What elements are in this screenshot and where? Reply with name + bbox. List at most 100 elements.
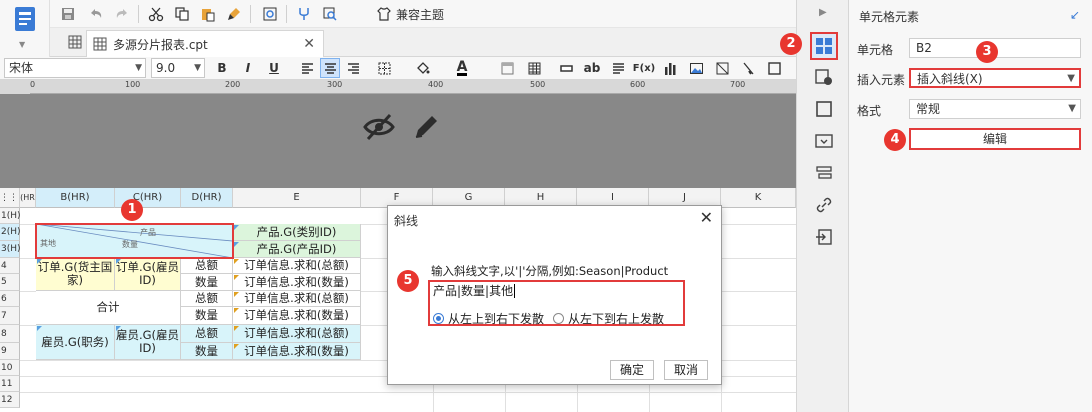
- redo-icon[interactable]: [112, 4, 132, 24]
- cell-e2[interactable]: 产品.G(类别ID): [233, 224, 361, 241]
- edit-button[interactable]: 编辑: [909, 128, 1081, 150]
- plugin-icon[interactable]: [294, 4, 314, 24]
- copy-icon[interactable]: [172, 4, 192, 24]
- row-header[interactable]: 8: [0, 325, 20, 343]
- cell-element-tab[interactable]: [810, 32, 838, 60]
- more-border-button[interactable]: [764, 58, 784, 78]
- select-all-corner[interactable]: ⋮⋮⋮: [0, 188, 27, 208]
- undo-icon[interactable]: [86, 4, 106, 24]
- pin-icon[interactable]: ↙: [1070, 8, 1080, 22]
- align-center-button[interactable]: [320, 58, 340, 78]
- cell-e8[interactable]: 订单信息.求和(总额): [233, 325, 361, 343]
- row-header[interactable]: 3(H): [0, 241, 21, 258]
- table-icon: [528, 62, 540, 74]
- clear-button[interactable]: [738, 58, 758, 78]
- row-header[interactable]: 4: [0, 258, 20, 274]
- cell-d5[interactable]: 数量: [181, 274, 233, 291]
- app-logo-icon[interactable]: [14, 6, 36, 34]
- insert-element-select[interactable]: 插入斜线(X) ▼: [909, 68, 1081, 88]
- chart-button[interactable]: [660, 58, 680, 78]
- grid-icon[interactable]: [68, 35, 82, 49]
- row-header[interactable]: 9: [0, 343, 20, 360]
- cell-d8[interactable]: 总额: [181, 325, 233, 343]
- cell-e9[interactable]: 订单信息.求和(数量): [233, 343, 361, 360]
- cell-e4[interactable]: 订单信息.求和(总额): [233, 258, 361, 274]
- cell-b6[interactable]: 合计: [36, 291, 181, 325]
- cell-style-button[interactable]: [497, 58, 517, 78]
- search-icon[interactable]: [320, 4, 340, 24]
- column-header[interactable]: K: [721, 188, 796, 208]
- cell-d9[interactable]: 数量: [181, 343, 233, 360]
- radio-bottom-left-diverge[interactable]: 从左下到右上发散: [553, 310, 664, 327]
- cell-c4[interactable]: 订单.G(雇员ID): [115, 258, 181, 291]
- hyperlink-icon[interactable]: [815, 196, 833, 214]
- format-value: 常规: [916, 102, 941, 116]
- cell-style-icon[interactable]: [815, 100, 833, 118]
- row-header[interactable]: 5: [0, 274, 20, 291]
- cell-e7[interactable]: 订单信息.求和(数量): [233, 307, 361, 325]
- italic-button[interactable]: I: [238, 58, 258, 78]
- format-painter-icon[interactable]: [224, 4, 244, 24]
- column-header[interactable]: (HR: [20, 188, 36, 208]
- radio-top-left-diverge[interactable]: 从左上到右下发散: [433, 310, 544, 327]
- cell-text: 雇员.G(职务): [41, 334, 109, 349]
- align-center-icon: [324, 62, 336, 74]
- cell-b8[interactable]: 雇员.G(职务): [36, 325, 115, 360]
- table-button[interactable]: [524, 58, 544, 78]
- import-icon[interactable]: [815, 228, 833, 246]
- cell-e6[interactable]: 订单信息.求和(总额): [233, 291, 361, 307]
- close-icon[interactable]: ✕: [700, 208, 713, 227]
- text-button[interactable]: ab: [582, 58, 602, 78]
- pencil-icon[interactable]: [410, 111, 442, 143]
- row-header[interactable]: 10: [0, 360, 20, 376]
- save-icon[interactable]: [58, 4, 78, 24]
- cell-e5[interactable]: 订单信息.求和(数量): [233, 274, 361, 291]
- cell-e3[interactable]: 产品.G(产品ID): [233, 241, 361, 258]
- row-header[interactable]: 1(H): [0, 208, 21, 224]
- compat-theme-button[interactable]: 兼容主题: [376, 4, 444, 24]
- preview-icon[interactable]: [260, 4, 280, 24]
- bold-button[interactable]: B: [212, 58, 232, 78]
- column-header[interactable]: D(HR): [181, 188, 233, 208]
- row-header[interactable]: 6: [0, 291, 20, 307]
- cancel-button[interactable]: 取消: [664, 360, 708, 380]
- merge-cell-button[interactable]: [556, 58, 576, 78]
- formula-button[interactable]: F(x): [633, 58, 655, 78]
- font-color-button[interactable]: A: [452, 58, 472, 78]
- condition-icon[interactable]: [815, 164, 833, 182]
- widget-icon[interactable]: [815, 132, 833, 150]
- cell-d7[interactable]: 数量: [181, 307, 233, 325]
- fill-color-button[interactable]: [412, 58, 432, 78]
- align-right-button[interactable]: [343, 58, 363, 78]
- ok-button[interactable]: 确定: [610, 360, 654, 380]
- font-size-select[interactable]: 9.0 ▼: [151, 58, 205, 78]
- logo-menu-chevron-icon[interactable]: ▼: [19, 40, 25, 49]
- paragraph-button[interactable]: [608, 58, 628, 78]
- row-header[interactable]: 2(H): [0, 224, 21, 241]
- collapse-arrow-icon[interactable]: ▶: [819, 7, 827, 18]
- align-left-button[interactable]: [297, 58, 317, 78]
- close-icon[interactable]: ✕: [303, 36, 315, 52]
- row-header[interactable]: 7: [0, 307, 20, 325]
- cell-d4[interactable]: 总额: [181, 258, 233, 274]
- tab-file[interactable]: 多源分片报表.cpt ✕: [86, 30, 324, 57]
- border-button[interactable]: [374, 58, 394, 78]
- format-select[interactable]: 常规 ▼: [909, 99, 1081, 119]
- row-header[interactable]: 11: [0, 376, 20, 392]
- column-header[interactable]: E: [233, 188, 361, 208]
- font-family-select[interactable]: 宋体 ▼: [4, 58, 146, 78]
- underline-button[interactable]: U: [264, 58, 284, 78]
- page-header-area[interactable]: [0, 94, 796, 188]
- column-header[interactable]: B(HR): [36, 188, 115, 208]
- cell-b4[interactable]: 订单.G(货主国家): [36, 258, 115, 291]
- cut-icon[interactable]: [146, 4, 166, 24]
- cell-c8[interactable]: 雇员.G(雇员ID): [115, 325, 181, 360]
- radio-label: 从左上到右下发散: [448, 312, 545, 326]
- row-header[interactable]: 12: [0, 392, 20, 408]
- cell-d6[interactable]: 总额: [181, 291, 233, 307]
- slash-button[interactable]: [712, 58, 732, 78]
- paste-icon[interactable]: [198, 4, 218, 24]
- image-button[interactable]: [686, 58, 706, 78]
- cell-attribute-icon[interactable]: [815, 68, 833, 86]
- eye-off-icon[interactable]: [362, 112, 396, 142]
